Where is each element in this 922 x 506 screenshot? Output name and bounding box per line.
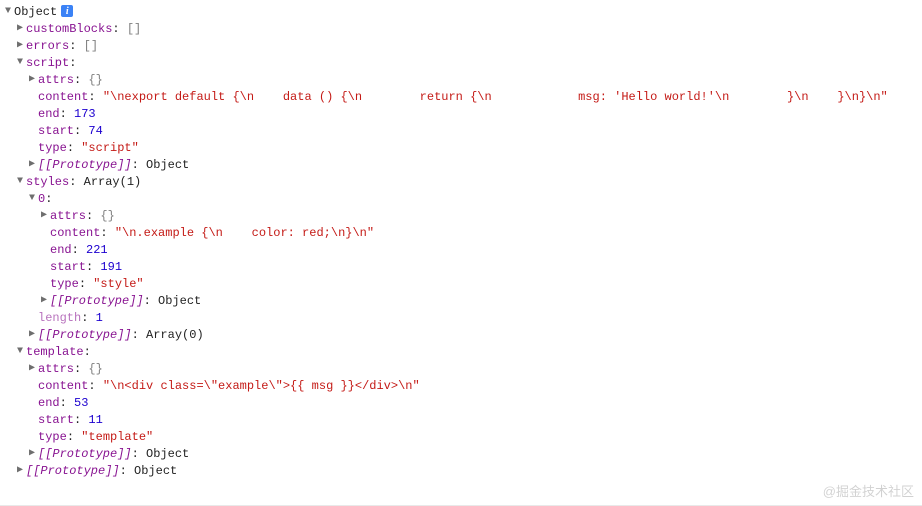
value-template-content: "\n<div class=\"example\">{{ msg }}</div…	[103, 378, 420, 395]
spacer	[26, 90, 38, 103]
value-template-end: 53	[74, 395, 88, 412]
key-styles-0-proto[interactable]: [[Prototype]]	[50, 293, 144, 310]
console-object-tree: ▼ Object i ▶ customBlocks: [] ▶ errors: …	[0, 0, 922, 484]
value-styles-0-start: 191	[100, 259, 122, 276]
watermark-text: @掘金技术社区	[823, 483, 914, 500]
chevron-right-icon[interactable]: ▶	[26, 328, 38, 341]
key-script-start[interactable]: start	[38, 123, 74, 140]
key-styles-0[interactable]: 0	[38, 191, 45, 208]
value-script-start: 74	[88, 123, 102, 140]
chevron-down-icon[interactable]: ▼	[26, 192, 38, 205]
value-styles-0-attrs: {}	[100, 208, 114, 225]
key-styles-0-start[interactable]: start	[50, 259, 86, 276]
value-styles-0-end: 221	[86, 242, 108, 259]
spacer	[38, 277, 50, 290]
spacer	[26, 379, 38, 392]
spacer	[26, 107, 38, 120]
key-styles[interactable]: styles	[26, 174, 69, 191]
value-customBlocks: []	[127, 21, 141, 38]
value-template-proto: Object	[146, 446, 189, 463]
value-template-type: "template"	[81, 429, 153, 446]
info-icon[interactable]: i	[61, 5, 73, 17]
key-styles-length[interactable]: length	[38, 310, 81, 327]
value-script-attrs: {}	[88, 72, 102, 89]
object-root-label: Object	[14, 4, 57, 21]
key-script-proto[interactable]: [[Prototype]]	[38, 157, 132, 174]
value-styles-0-type: "style"	[93, 276, 143, 293]
chevron-right-icon[interactable]: ▶	[26, 362, 38, 375]
key-errors[interactable]: errors	[26, 38, 69, 55]
chevron-right-icon[interactable]: ▶	[14, 39, 26, 52]
spacer	[26, 141, 38, 154]
key-styles-proto[interactable]: [[Prototype]]	[38, 327, 132, 344]
value-styles-0-proto: Object	[158, 293, 201, 310]
key-script-type[interactable]: type	[38, 140, 67, 157]
value-styles-0-content: "\n.example {\n color: red;\n}\n"	[115, 225, 374, 242]
chevron-right-icon[interactable]: ▶	[38, 209, 50, 222]
key-styles-0-end[interactable]: end	[50, 242, 72, 259]
key-template-attrs[interactable]: attrs	[38, 361, 74, 378]
value-script-proto: Object	[146, 157, 189, 174]
chevron-right-icon[interactable]: ▶	[26, 73, 38, 86]
key-styles-0-type[interactable]: type	[50, 276, 79, 293]
spacer	[38, 260, 50, 273]
spacer	[38, 243, 50, 256]
chevron-down-icon[interactable]: ▼	[14, 56, 26, 69]
value-styles-header: Array(1)	[84, 174, 142, 191]
key-styles-0-content[interactable]: content	[50, 225, 100, 242]
key-template-proto[interactable]: [[Prototype]]	[38, 446, 132, 463]
spacer	[26, 430, 38, 443]
key-script-end[interactable]: end	[38, 106, 60, 123]
value-script-content: "\nexport default {\n data () {\n return…	[103, 89, 888, 106]
chevron-right-icon[interactable]: ▶	[26, 447, 38, 460]
value-script-end: 173	[74, 106, 96, 123]
spacer	[26, 396, 38, 409]
value-template-attrs: {}	[88, 361, 102, 378]
key-styles-0-attrs[interactable]: attrs	[50, 208, 86, 225]
chevron-right-icon[interactable]: ▶	[38, 294, 50, 307]
chevron-right-icon[interactable]: ▶	[14, 464, 26, 477]
key-script-content[interactable]: content	[38, 89, 88, 106]
value-styles-proto: Array(0)	[146, 327, 204, 344]
key-script[interactable]: script	[26, 55, 69, 72]
key-root-proto[interactable]: [[Prototype]]	[26, 463, 120, 480]
chevron-down-icon[interactable]: ▼	[2, 5, 14, 18]
key-template-type[interactable]: type	[38, 429, 67, 446]
chevron-down-icon[interactable]: ▼	[14, 175, 26, 188]
key-template[interactable]: template	[26, 344, 84, 361]
spacer	[26, 311, 38, 324]
chevron-right-icon[interactable]: ▶	[26, 158, 38, 171]
key-customBlocks[interactable]: customBlocks	[26, 21, 112, 38]
key-template-end[interactable]: end	[38, 395, 60, 412]
key-template-content[interactable]: content	[38, 378, 88, 395]
spacer	[38, 226, 50, 239]
spacer	[26, 413, 38, 426]
value-errors: []	[84, 38, 98, 55]
key-template-start[interactable]: start	[38, 412, 74, 429]
value-script-type: "script"	[81, 140, 139, 157]
chevron-down-icon[interactable]: ▼	[14, 345, 26, 358]
key-script-attrs[interactable]: attrs	[38, 72, 74, 89]
spacer	[26, 124, 38, 137]
value-template-start: 11	[88, 412, 102, 429]
value-styles-length: 1	[96, 310, 103, 327]
chevron-right-icon[interactable]: ▶	[14, 22, 26, 35]
value-root-proto: Object	[134, 463, 177, 480]
